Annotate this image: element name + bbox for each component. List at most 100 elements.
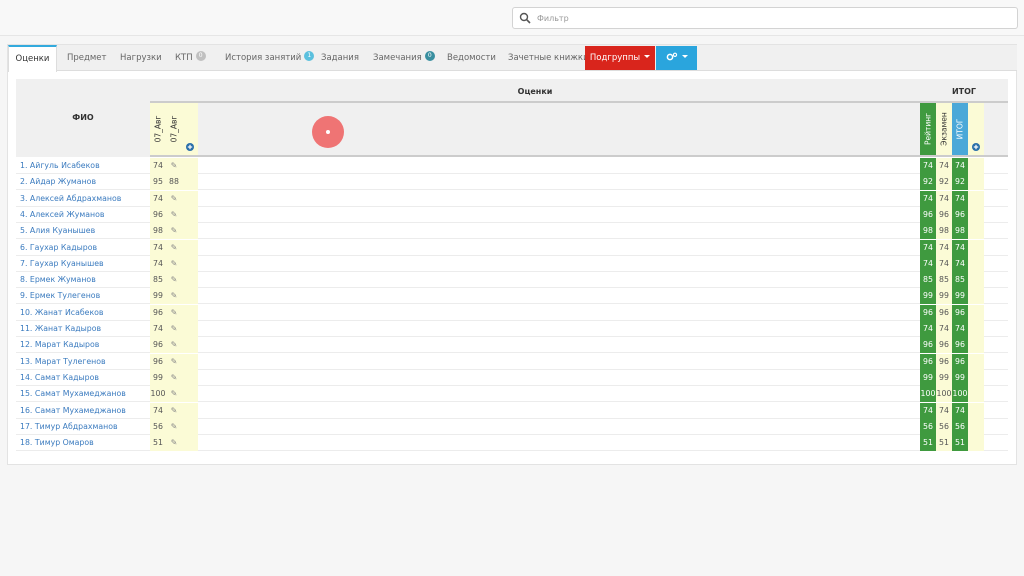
student-name-link[interactable]: 9. Ермек Тулегенов	[20, 291, 100, 300]
student-name-link[interactable]: 3. Алексей Абдрахманов	[20, 194, 121, 203]
date-column-header[interactable]: 07_Авг	[166, 103, 182, 155]
extra-cell[interactable]	[968, 206, 984, 223]
grade-cell-empty[interactable]	[182, 255, 198, 272]
extra-cell[interactable]	[968, 255, 984, 272]
edit-pencil-icon[interactable]: ✎	[166, 207, 182, 223]
edit-pencil-icon[interactable]: ✎	[166, 403, 182, 419]
exam-cell[interactable]: 74	[936, 255, 952, 272]
extra-cell[interactable]	[968, 190, 984, 207]
exam-cell[interactable]: 98	[936, 223, 952, 240]
extra-cell[interactable]	[968, 272, 984, 289]
student-name-link[interactable]: 16. Самат Мухамеджанов	[20, 406, 126, 415]
exam-cell[interactable]: 96	[936, 337, 952, 354]
exam-cell[interactable]: 100	[936, 386, 952, 403]
student-name-link[interactable]: 17. Тимур Абдрахманов	[20, 422, 118, 431]
edit-pencil-icon[interactable]: ✎	[166, 191, 182, 207]
edit-pencil-icon[interactable]: ✎	[166, 272, 182, 288]
date-column-header[interactable]: 07_Авг	[150, 103, 166, 155]
student-name-link[interactable]: 7. Гаухар Куанышев	[20, 259, 104, 268]
student-name-link[interactable]: 4. Алексей Жуманов	[20, 210, 105, 219]
grade-cell[interactable]: 96	[150, 304, 166, 321]
grade-cell[interactable]: 74	[150, 190, 166, 207]
grade-cell-empty[interactable]	[182, 223, 198, 240]
grade-cell[interactable]: 98	[150, 223, 166, 240]
grade-cell[interactable]: 96	[150, 337, 166, 354]
grade-cell[interactable]: 85	[150, 272, 166, 289]
student-name-link[interactable]: 6. Гаухар Кадыров	[20, 243, 97, 252]
grade-cell-empty[interactable]	[182, 435, 198, 452]
exam-cell[interactable]: 51	[936, 435, 952, 452]
grade-cell-empty[interactable]	[182, 321, 198, 337]
grade-cell-empty[interactable]	[182, 386, 198, 403]
add-total-column[interactable]	[968, 103, 984, 155]
student-name-link[interactable]: 8. Ермек Жуманов	[20, 275, 96, 284]
grade-cell[interactable]: 74	[150, 255, 166, 272]
extra-cell[interactable]	[968, 418, 984, 435]
exam-cell[interactable]: 92	[936, 174, 952, 191]
extra-cell[interactable]	[968, 321, 984, 337]
extra-cell[interactable]	[968, 239, 984, 256]
tab-lesson-history[interactable]: История занятий 1	[223, 45, 316, 71]
grade-cell[interactable]: 100	[150, 386, 166, 403]
edit-pencil-icon[interactable]: ✎	[166, 240, 182, 256]
edit-pencil-icon[interactable]: ✎	[166, 321, 182, 337]
extra-cell[interactable]	[968, 337, 984, 354]
extra-cell[interactable]	[968, 304, 984, 321]
tab-grades[interactable]: Оценки	[8, 45, 57, 72]
student-name-link[interactable]: 12. Марат Кадыров	[20, 340, 99, 349]
grade-cell[interactable]: 95	[150, 174, 166, 191]
edit-pencil-icon[interactable]: ✎	[166, 370, 182, 386]
exam-cell[interactable]: 74	[936, 190, 952, 207]
exam-cell[interactable]: 85	[936, 272, 952, 289]
grade-cell[interactable]: 74	[150, 239, 166, 256]
grade-cell-empty[interactable]	[182, 158, 198, 174]
edit-pencil-icon[interactable]: ✎	[166, 337, 182, 353]
grade-cell-empty[interactable]	[182, 418, 198, 435]
extra-cell[interactable]	[968, 174, 984, 191]
settings-button[interactable]	[656, 46, 697, 70]
add-grade-column[interactable]	[182, 103, 198, 155]
grade-cell-empty[interactable]	[182, 239, 198, 256]
tab-ktp[interactable]: КТП 0	[173, 45, 208, 71]
student-name-link[interactable]: 10. Жанат Исабеков	[20, 308, 104, 317]
tab-subject[interactable]: Предмет	[65, 45, 109, 71]
extra-cell[interactable]	[968, 223, 984, 240]
grade-cell-empty[interactable]	[182, 272, 198, 289]
grade-cell[interactable]: 56	[150, 418, 166, 435]
student-name-link[interactable]: 14. Самат Кадыров	[20, 373, 99, 382]
exam-cell[interactable]: 96	[936, 206, 952, 223]
tab-statements[interactable]: Ведомости	[445, 45, 498, 71]
grade-cell-empty[interactable]	[182, 337, 198, 354]
tab-record-books[interactable]: Зачетные книжки	[506, 45, 591, 71]
extra-cell[interactable]	[968, 435, 984, 452]
grade-cell[interactable]: 74	[150, 321, 166, 337]
grade-cell-empty[interactable]	[182, 190, 198, 207]
edit-pencil-icon[interactable]: ✎	[166, 354, 182, 370]
exam-cell[interactable]: 74	[936, 239, 952, 256]
student-name-link[interactable]: 15. Самат Мухамеджанов	[20, 389, 126, 398]
extra-cell[interactable]	[968, 158, 984, 174]
grade-cell[interactable]: 96	[150, 353, 166, 370]
extra-cell[interactable]	[968, 353, 984, 370]
grade-cell-empty[interactable]	[182, 369, 198, 386]
grade-cell[interactable]: 88	[166, 174, 182, 191]
tab-assignments[interactable]: Задания	[319, 45, 361, 71]
grade-cell-empty[interactable]	[182, 206, 198, 223]
edit-pencil-icon[interactable]: ✎	[166, 288, 182, 304]
exam-cell[interactable]: 96	[936, 353, 952, 370]
edit-pencil-icon[interactable]: ✎	[166, 305, 182, 321]
student-name-link[interactable]: 18. Тимур Омаров	[20, 438, 94, 447]
edit-pencil-icon[interactable]: ✎	[166, 386, 182, 402]
edit-pencil-icon[interactable]: ✎	[166, 223, 182, 239]
student-name-link[interactable]: 11. Жанат Кадыров	[20, 324, 101, 333]
extra-cell[interactable]	[968, 288, 984, 305]
grade-cell[interactable]: 96	[150, 206, 166, 223]
student-name-link[interactable]: 13. Марат Тулегенов	[20, 357, 106, 366]
grade-cell-empty[interactable]	[182, 288, 198, 305]
exam-cell[interactable]: 74	[936, 402, 952, 419]
grade-cell[interactable]: 99	[150, 369, 166, 386]
exam-cell[interactable]: 99	[936, 369, 952, 386]
exam-cell[interactable]: 74	[936, 321, 952, 337]
student-name-link[interactable]: 1. Айгуль Исабеков	[20, 161, 100, 170]
edit-pencil-icon[interactable]: ✎	[166, 435, 182, 451]
